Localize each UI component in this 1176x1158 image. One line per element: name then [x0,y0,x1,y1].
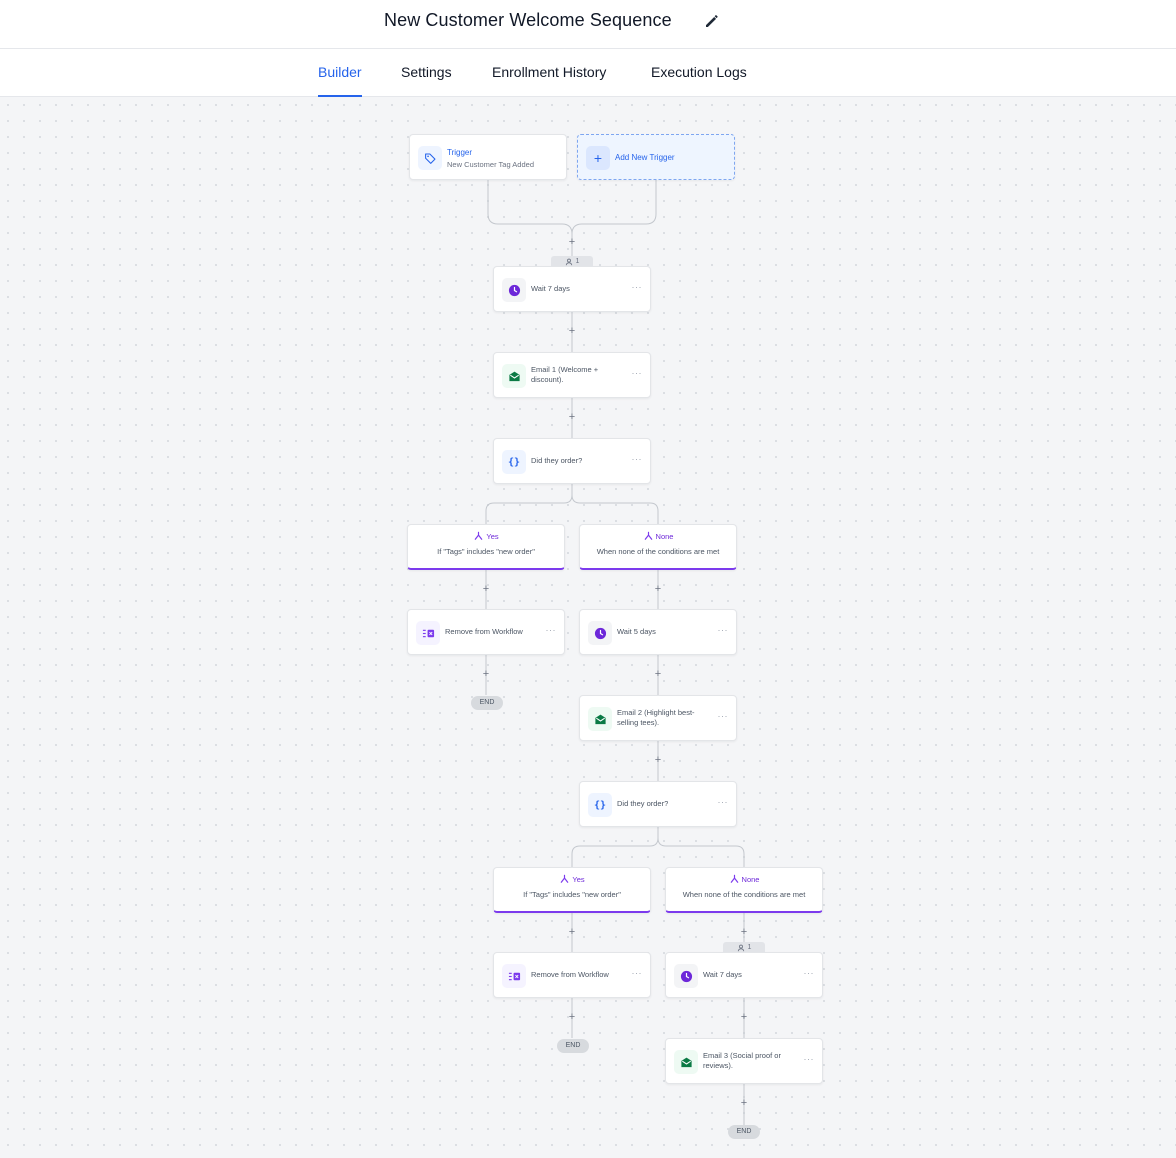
add-step-button[interactable]: + [566,411,578,423]
branch-icon [561,874,569,883]
enrollment-count: 1 [747,944,752,951]
trigger-subtitle: New Customer Tag Added [447,160,534,169]
more-options-icon[interactable]: ··· [632,968,643,978]
envelope-icon [588,707,612,731]
step-label: Remove from Workflow [531,969,609,979]
branch-icon [644,531,652,540]
add-step-button[interactable]: + [480,668,492,680]
add-step-button[interactable]: + [652,668,664,680]
email-step-node[interactable]: Email 1 (Welcome + discount). ··· [493,352,651,398]
tab-bar: Builder Settings Enrollment History Exec… [0,49,1176,97]
remove-from-workflow-icon [502,964,526,988]
braces-icon: {} [502,450,526,474]
more-options-icon[interactable]: ··· [632,368,643,378]
add-step-button[interactable]: + [652,754,664,766]
pencil-icon[interactable] [703,12,721,30]
tab-execution-logs[interactable]: Execution Logs [651,49,747,97]
add-step-button[interactable]: + [652,583,664,595]
user-icon [737,944,744,951]
clock-icon [588,621,612,645]
remove-from-workflow-icon [416,621,440,645]
step-label: Wait 5 days [617,626,656,636]
clock-icon [502,278,526,302]
condition-step-node[interactable]: {} Did they order? ··· [579,781,737,827]
wait-step-node[interactable]: Wait 7 days ··· [493,266,651,312]
condition-step-node[interactable]: {} Did they order? ··· [493,438,651,484]
step-label: Email 3 (Social proof or reviews). [703,1050,781,1071]
trigger-title: Trigger [447,148,473,157]
more-options-icon[interactable]: ··· [804,1054,815,1064]
branch-icon [475,531,483,540]
wait-step-node[interactable]: Wait 7 days ··· [665,952,823,998]
step-label: Email 1 (Welcome + discount). [531,364,599,385]
tag-icon [418,146,442,170]
add-step-button[interactable]: + [566,325,578,337]
email-step-node[interactable]: Email 2 (Highlight best-selling tees). ·… [579,695,737,741]
braces-icon: {} [588,793,612,817]
add-step-button[interactable]: + [738,926,750,938]
branch-none[interactable]: None When none of the conditions are met [579,524,737,570]
add-trigger-label: Add New Trigger [615,153,675,162]
branch-yes[interactable]: Yes If "Tags" includes "new order" [407,524,565,570]
add-step-button[interactable]: + [566,926,578,938]
add-trigger-button[interactable]: + Add New Trigger [577,134,735,180]
add-step-button[interactable]: + [566,1011,578,1023]
branch-label: None [655,531,674,541]
more-options-icon[interactable]: ··· [804,968,815,978]
branch-label: Yes [486,531,499,541]
tab-enrollment-history[interactable]: Enrollment History [492,49,606,97]
wait-step-node[interactable]: Wait 5 days ··· [579,609,737,655]
envelope-icon [674,1050,698,1074]
user-icon [565,258,572,265]
clock-icon [674,964,698,988]
enrollment-count: 1 [575,258,580,265]
add-step-button[interactable]: + [738,1097,750,1109]
add-step-button[interactable]: + [566,236,578,248]
envelope-icon [502,364,526,388]
trigger-node[interactable]: Trigger New Customer Tag Added [409,134,567,180]
branch-icon [730,874,738,883]
add-step-button[interactable]: + [738,1011,750,1023]
plus-icon: + [586,146,610,170]
tab-builder[interactable]: Builder [318,49,362,97]
branch-condition: If "Tags" includes "new order" [523,890,621,899]
branch-label: Yes [572,874,585,884]
end-marker: END [557,1039,589,1053]
branch-yes[interactable]: Yes If "Tags" includes "new order" [493,867,651,913]
workflow-header: New Customer Welcome Sequence [0,0,1176,49]
remove-step-node[interactable]: Remove from Workflow ··· [493,952,651,998]
step-label: Did they order? [617,798,669,808]
step-label: Remove from Workflow [445,626,523,636]
workflow-title: New Customer Welcome Sequence [384,10,672,30]
more-options-icon[interactable]: ··· [718,797,729,807]
branch-label: None [741,874,760,884]
add-step-button[interactable]: + [480,583,492,595]
email-step-node[interactable]: Email 3 (Social proof or reviews). ··· [665,1038,823,1084]
more-options-icon[interactable]: ··· [546,625,557,635]
more-options-icon[interactable]: ··· [718,711,729,721]
step-label: Did they order? [531,455,583,465]
end-marker: END [728,1125,760,1139]
remove-step-node[interactable]: Remove from Workflow ··· [407,609,565,655]
branch-none[interactable]: None When none of the conditions are met [665,867,823,913]
branch-condition: If "Tags" includes "new order" [437,547,535,556]
step-label: Wait 7 days [703,969,742,979]
tab-settings[interactable]: Settings [401,49,452,97]
step-label: Email 2 (Highlight best-selling tees). [617,707,695,728]
more-options-icon[interactable]: ··· [632,282,643,292]
step-label: Wait 7 days [531,283,570,293]
builder-canvas[interactable]: Trigger New Customer Tag Added + Add New… [0,97,1176,1158]
branch-condition: When none of the conditions are met [682,890,806,899]
more-options-icon[interactable]: ··· [718,625,729,635]
end-marker: END [471,696,503,710]
branch-condition: When none of the conditions are met [596,547,720,556]
more-options-icon[interactable]: ··· [632,454,643,464]
